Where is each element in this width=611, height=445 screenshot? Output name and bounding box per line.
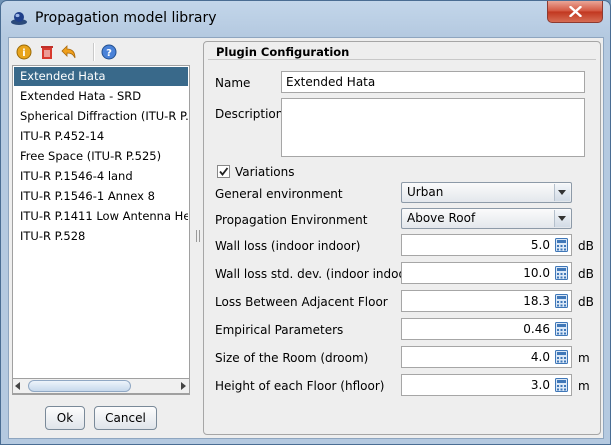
room-size-field[interactable]: 4.0 [401, 346, 572, 368]
list-item[interactable]: Free Space (ITU-R P.525) [14, 147, 188, 166]
variations-label: Variations [235, 165, 295, 179]
window-title: Propagation model library [35, 10, 217, 26]
delete-icon[interactable] [39, 44, 55, 60]
param-unit: m [578, 351, 590, 365]
calculator-icon[interactable] [555, 294, 568, 308]
title-bar[interactable]: Propagation model library [1, 1, 610, 37]
param-unit: m [578, 379, 590, 393]
info-icon[interactable]: i [16, 44, 32, 60]
calculator-icon[interactable] [555, 238, 568, 252]
propagation-environment-label: Propagation Environment [215, 213, 368, 227]
scrollbar-thumb[interactable] [28, 380, 131, 392]
wall-loss-std-dev-field[interactable]: 10.0 [401, 262, 572, 284]
list-horizontal-scrollbar[interactable] [12, 378, 190, 394]
propagation-environment-value: Above Roof [407, 211, 476, 225]
variations-checkbox[interactable] [217, 165, 230, 178]
loss-between-floor-field[interactable]: 18.3 [401, 290, 572, 312]
param-value: 0.46 [523, 322, 550, 336]
name-field[interactable]: Extended Hata [281, 71, 585, 93]
param-label: Wall loss (indoor indoor) [215, 239, 361, 253]
app-icon [10, 10, 28, 26]
list-item[interactable]: ITU-R P.1546-1 Annex 8 [14, 187, 188, 206]
list-item[interactable]: ITU-R P.1411 Low Antenna He [14, 207, 188, 226]
plugin-configuration-panel: Plugin Configuration Name Extended Hata … [203, 41, 601, 435]
help-icon[interactable]: ? [101, 44, 117, 60]
param-unit: dB [578, 267, 594, 281]
param-value: 3.0 [530, 378, 550, 392]
description-field[interactable] [281, 98, 585, 157]
panel-title: Plugin Configuration [216, 45, 350, 59]
splitter-grip-icon[interactable] [196, 230, 200, 242]
svg-text:?: ? [106, 48, 112, 59]
wall-loss-field[interactable]: 5.0 [401, 234, 572, 256]
toolbar-separator [93, 43, 95, 61]
checkmark-icon [219, 167, 229, 176]
ok-button[interactable]: Ok [45, 406, 85, 430]
param-value: 18.3 [523, 294, 550, 308]
list-item[interactable]: ITU-R P.528 [14, 227, 188, 246]
param-value: 4.0 [530, 350, 550, 364]
param-label: Height of each Floor (hfloor) [215, 379, 385, 393]
name-label: Name [215, 76, 251, 90]
list-item[interactable]: ITU-R P.452-14 [14, 127, 188, 146]
model-list[interactable]: Extended Hata Extended Hata - SRD Spheri… [12, 65, 190, 395]
param-value: 10.0 [523, 266, 550, 280]
list-item[interactable]: Spherical Diffraction (ITU-R P.5 [14, 107, 188, 126]
param-label: Empirical Parameters [215, 323, 344, 337]
chevron-down-icon[interactable] [554, 210, 570, 227]
general-environment-select[interactable]: Urban [401, 182, 572, 203]
close-button[interactable] [547, 1, 603, 23]
calculator-icon[interactable] [555, 322, 568, 336]
param-label: Size of the Room (droom) [215, 351, 369, 365]
chevron-down-icon[interactable] [554, 184, 570, 201]
list-item[interactable]: Extended Hata - SRD [14, 87, 188, 106]
close-icon [569, 6, 582, 17]
dialog-content: i ? Extended Hata Extended Hata - SRD Sp… [8, 37, 604, 439]
title-divider [208, 59, 596, 60]
general-environment-value: Urban [407, 185, 444, 199]
param-unit: dB [578, 295, 594, 309]
scroll-right-icon[interactable] [181, 382, 186, 390]
undo-icon[interactable] [61, 44, 77, 60]
calculator-icon[interactable] [555, 350, 568, 364]
description-label: Description [215, 107, 284, 121]
scroll-left-icon[interactable] [15, 382, 20, 390]
cancel-button[interactable]: Cancel [94, 406, 157, 430]
toolbar: i ? [13, 41, 193, 63]
general-environment-label: General environment [215, 187, 343, 201]
propagation-environment-select[interactable]: Above Roof [401, 208, 572, 229]
floor-height-field[interactable]: 3.0 [401, 374, 572, 396]
calculator-icon[interactable] [555, 266, 568, 280]
calculator-icon[interactable] [555, 378, 568, 392]
dialog-window: Propagation model library i ? Extended H… [0, 0, 611, 445]
svg-text:i: i [22, 48, 25, 59]
param-label: Wall loss std. dev. (indoor indoor) [215, 267, 416, 281]
panel-splitter[interactable] [193, 38, 201, 438]
param-unit: dB [578, 239, 594, 253]
list-item[interactable]: Extended Hata [14, 67, 188, 86]
param-value: 5.0 [530, 238, 550, 252]
param-label: Loss Between Adjacent Floor [215, 295, 388, 309]
list-item[interactable]: ITU-R P.1546-4 land [14, 167, 188, 186]
empirical-parameters-field[interactable]: 0.46 [401, 318, 572, 340]
